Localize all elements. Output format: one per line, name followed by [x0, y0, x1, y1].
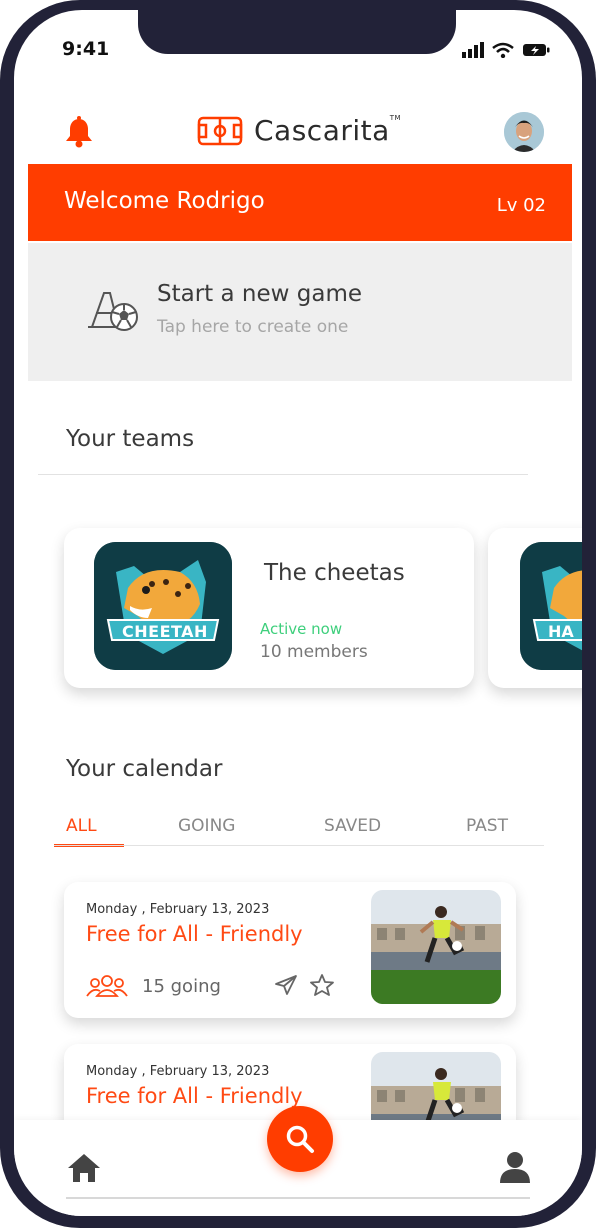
tab-past[interactable]: PAST	[466, 816, 508, 836]
new-game-subtitle: Tap here to create one	[157, 317, 349, 337]
team-name: The cheetas	[264, 560, 405, 586]
tab-saved[interactable]: SAVED	[324, 816, 381, 836]
status-time: 9:41	[62, 38, 110, 60]
screen: 9:41 CascaritaTM Welcome Rodrigo Lv 02 S…	[14, 10, 582, 1216]
event-photo-image	[371, 890, 501, 1004]
volume-buttons	[0, 240, 4, 330]
battery-icon	[523, 44, 550, 56]
team-badge-text: HA	[548, 622, 574, 641]
team-members: 10 members	[260, 642, 368, 662]
user-level: Lv 02	[496, 195, 546, 216]
star-icon[interactable]	[310, 974, 334, 996]
teams-divider	[38, 474, 528, 475]
calendar-section-title: Your calendar	[66, 756, 223, 782]
event-date: Monday , February 13, 2023	[86, 1064, 270, 1079]
field-logo-icon	[197, 116, 243, 145]
teams-section-title: Your teams	[66, 426, 195, 452]
event-actions	[274, 974, 334, 996]
bell-icon[interactable]	[64, 116, 94, 148]
search-icon	[286, 1125, 314, 1153]
home-icon[interactable]	[66, 1152, 102, 1184]
event-title: Free for All - Friendly	[86, 1084, 303, 1108]
going-count: 15 going	[142, 975, 221, 997]
welcome-text: Welcome Rodrigo	[64, 188, 265, 214]
team-logo: HA	[520, 542, 582, 670]
group-icon	[86, 975, 128, 997]
profile-icon[interactable]	[498, 1150, 532, 1184]
home-indicator	[66, 1197, 530, 1199]
event-card[interactable]: Monday , February 13, 2023 Free for All …	[64, 882, 516, 1018]
mute-switch	[0, 160, 4, 200]
team-card[interactable]: CHEETAH The cheetas Active now 10 member…	[64, 528, 474, 688]
team-badge-text: CHEETAH	[122, 622, 208, 641]
power-button	[592, 240, 596, 400]
share-icon[interactable]	[274, 974, 298, 996]
cheetah-badge-icon	[94, 542, 232, 670]
signal-icon	[462, 42, 484, 58]
welcome-banner: Welcome Rodrigo Lv 02	[28, 164, 572, 241]
avatar[interactable]	[504, 112, 544, 152]
app-logo: CascaritaTM	[196, 114, 401, 147]
team-status: Active now	[260, 620, 343, 638]
logo-text: CascaritaTM	[254, 114, 402, 147]
team-logo: CHEETAH	[94, 542, 232, 670]
event-attendance: 15 going	[86, 974, 221, 998]
notch	[138, 10, 456, 54]
new-game-title: Start a new game	[157, 281, 363, 307]
app-header: CascaritaTM	[14, 110, 582, 154]
event-photo	[371, 890, 501, 1004]
wifi-icon	[492, 42, 514, 58]
calendar-tabs: ALL GOING SAVED PAST	[54, 814, 544, 848]
event-title: Free for All - Friendly	[86, 922, 303, 946]
team-badge-icon	[520, 542, 582, 670]
event-date: Monday , February 13, 2023	[86, 902, 270, 917]
avatar-image	[504, 112, 544, 152]
tabs-divider	[54, 845, 544, 846]
search-button[interactable]	[267, 1106, 333, 1172]
tab-going[interactable]: GOING	[178, 816, 235, 836]
tab-all[interactable]: ALL	[66, 816, 97, 836]
team-card-partial[interactable]: HA	[488, 528, 582, 688]
cone-ball-icon	[88, 292, 138, 331]
start-new-game-button[interactable]: Start a new game Tap here to create one	[28, 243, 572, 381]
status-icons	[462, 42, 550, 58]
